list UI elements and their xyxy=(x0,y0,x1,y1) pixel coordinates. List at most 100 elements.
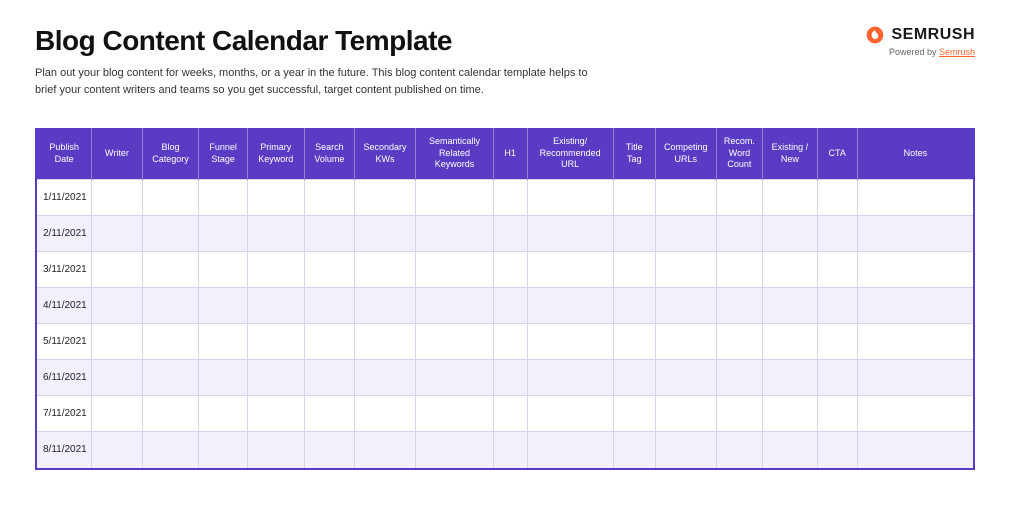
cell-existing-new[interactable] xyxy=(763,360,818,396)
cell-notes[interactable] xyxy=(857,180,973,216)
cell-blog-category[interactable] xyxy=(142,396,199,432)
cell-funnel-stage[interactable] xyxy=(199,360,247,396)
cell-blog-category[interactable] xyxy=(142,432,199,468)
cell-writer[interactable] xyxy=(92,360,142,396)
cell-secondary-kws[interactable] xyxy=(355,180,416,216)
cell-blog-category[interactable] xyxy=(142,324,199,360)
cell-cta[interactable] xyxy=(817,252,857,288)
cell-funnel-stage[interactable] xyxy=(199,252,247,288)
cell-h1[interactable] xyxy=(493,252,527,288)
cell-publish-date[interactable]: 2/11/2021 xyxy=(37,216,92,252)
cell-secondary-kws[interactable] xyxy=(355,396,416,432)
cell-publish-date[interactable]: 5/11/2021 xyxy=(37,324,92,360)
cell-competing-urls[interactable] xyxy=(655,324,716,360)
cell-semantic-keywords[interactable] xyxy=(416,252,494,288)
cell-search-volume[interactable] xyxy=(304,360,354,396)
cell-semantic-keywords[interactable] xyxy=(416,324,494,360)
cell-word-count[interactable] xyxy=(716,432,762,468)
cell-word-count[interactable] xyxy=(716,216,762,252)
cell-secondary-kws[interactable] xyxy=(355,324,416,360)
cell-primary-keyword[interactable] xyxy=(247,396,304,432)
cell-blog-category[interactable] xyxy=(142,216,199,252)
cell-semantic-keywords[interactable] xyxy=(416,432,494,468)
cell-secondary-kws[interactable] xyxy=(355,288,416,324)
cell-secondary-kws[interactable] xyxy=(355,360,416,396)
cell-notes[interactable] xyxy=(857,252,973,288)
cell-primary-keyword[interactable] xyxy=(247,288,304,324)
cell-search-volume[interactable] xyxy=(304,288,354,324)
cell-writer[interactable] xyxy=(92,396,142,432)
cell-existing-new[interactable] xyxy=(763,180,818,216)
cell-publish-date[interactable]: 6/11/2021 xyxy=(37,360,92,396)
cell-title-tag[interactable] xyxy=(613,180,655,216)
cell-competing-urls[interactable] xyxy=(655,396,716,432)
cell-h1[interactable] xyxy=(493,288,527,324)
cell-publish-date[interactable]: 8/11/2021 xyxy=(37,432,92,468)
cell-competing-urls[interactable] xyxy=(655,288,716,324)
cell-title-tag[interactable] xyxy=(613,252,655,288)
cell-primary-keyword[interactable] xyxy=(247,324,304,360)
cell-word-count[interactable] xyxy=(716,396,762,432)
cell-title-tag[interactable] xyxy=(613,324,655,360)
cell-url[interactable] xyxy=(527,396,613,432)
cell-cta[interactable] xyxy=(817,288,857,324)
cell-search-volume[interactable] xyxy=(304,216,354,252)
cell-title-tag[interactable] xyxy=(613,360,655,396)
cell-writer[interactable] xyxy=(92,324,142,360)
cell-secondary-kws[interactable] xyxy=(355,252,416,288)
cell-secondary-kws[interactable] xyxy=(355,216,416,252)
cell-notes[interactable] xyxy=(857,360,973,396)
cell-h1[interactable] xyxy=(493,360,527,396)
cell-url[interactable] xyxy=(527,324,613,360)
cell-search-volume[interactable] xyxy=(304,396,354,432)
cell-existing-new[interactable] xyxy=(763,216,818,252)
cell-existing-new[interactable] xyxy=(763,324,818,360)
cell-funnel-stage[interactable] xyxy=(199,216,247,252)
cell-funnel-stage[interactable] xyxy=(199,288,247,324)
cell-publish-date[interactable]: 4/11/2021 xyxy=(37,288,92,324)
cell-h1[interactable] xyxy=(493,216,527,252)
cell-cta[interactable] xyxy=(817,324,857,360)
cell-search-volume[interactable] xyxy=(304,180,354,216)
cell-cta[interactable] xyxy=(817,180,857,216)
cell-blog-category[interactable] xyxy=(142,180,199,216)
cell-word-count[interactable] xyxy=(716,180,762,216)
cell-writer[interactable] xyxy=(92,180,142,216)
cell-title-tag[interactable] xyxy=(613,432,655,468)
cell-primary-keyword[interactable] xyxy=(247,360,304,396)
cell-url[interactable] xyxy=(527,288,613,324)
cell-h1[interactable] xyxy=(493,180,527,216)
cell-funnel-stage[interactable] xyxy=(199,396,247,432)
cell-url[interactable] xyxy=(527,252,613,288)
cell-cta[interactable] xyxy=(817,360,857,396)
cell-primary-keyword[interactable] xyxy=(247,180,304,216)
cell-notes[interactable] xyxy=(857,396,973,432)
cell-competing-urls[interactable] xyxy=(655,216,716,252)
cell-writer[interactable] xyxy=(92,288,142,324)
cell-title-tag[interactable] xyxy=(613,396,655,432)
cell-h1[interactable] xyxy=(493,324,527,360)
cell-url[interactable] xyxy=(527,360,613,396)
cell-publish-date[interactable]: 3/11/2021 xyxy=(37,252,92,288)
cell-existing-new[interactable] xyxy=(763,396,818,432)
cell-url[interactable] xyxy=(527,432,613,468)
cell-search-volume[interactable] xyxy=(304,324,354,360)
cell-existing-new[interactable] xyxy=(763,252,818,288)
cell-writer[interactable] xyxy=(92,216,142,252)
cell-competing-urls[interactable] xyxy=(655,180,716,216)
cell-funnel-stage[interactable] xyxy=(199,324,247,360)
cell-writer[interactable] xyxy=(92,252,142,288)
cell-semantic-keywords[interactable] xyxy=(416,216,494,252)
cell-notes[interactable] xyxy=(857,216,973,252)
cell-existing-new[interactable] xyxy=(763,288,818,324)
cell-url[interactable] xyxy=(527,180,613,216)
cell-existing-new[interactable] xyxy=(763,432,818,468)
cell-word-count[interactable] xyxy=(716,288,762,324)
cell-semantic-keywords[interactable] xyxy=(416,360,494,396)
cell-cta[interactable] xyxy=(817,432,857,468)
cell-competing-urls[interactable] xyxy=(655,252,716,288)
cell-funnel-stage[interactable] xyxy=(199,432,247,468)
cell-publish-date[interactable]: 1/11/2021 xyxy=(37,180,92,216)
cell-blog-category[interactable] xyxy=(142,288,199,324)
cell-word-count[interactable] xyxy=(716,324,762,360)
